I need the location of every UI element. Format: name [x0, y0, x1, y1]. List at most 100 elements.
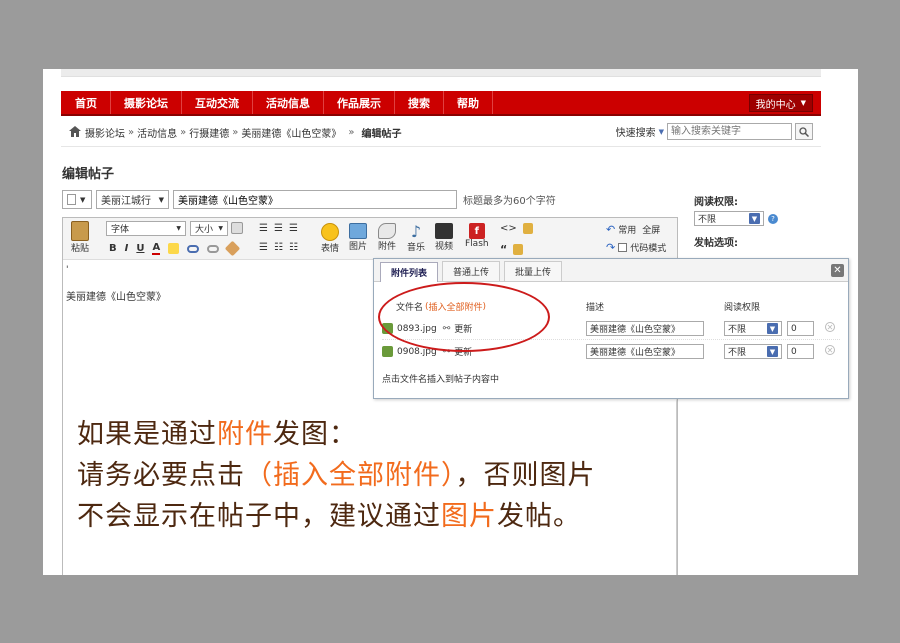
annotation-segment: 发图：	[273, 419, 357, 450]
nav-search[interactable]: 搜索	[395, 91, 444, 114]
lock-icon[interactable]	[522, 223, 533, 234]
attachment-perm-select[interactable]: 不限 ▼	[724, 321, 782, 336]
my-center-button[interactable]: 我的中心 ▼	[748, 94, 813, 112]
document-icon	[67, 194, 76, 205]
redo-icon[interactable]: ↷	[606, 241, 615, 254]
chevron-down-icon: ▼	[749, 213, 760, 224]
unordered-list-icon[interactable]: ☷	[289, 242, 298, 253]
font-label: 字体	[111, 225, 130, 235]
attachment-perm-select[interactable]: 不限 ▼	[724, 344, 782, 359]
annotation-line: 请务必要点击（插入全部附件），否则图片	[77, 455, 596, 496]
attach-button[interactable]: 附件	[378, 223, 396, 252]
post-type-select[interactable]: ▼	[62, 190, 92, 209]
undo-icon[interactable]: ↶	[606, 223, 615, 236]
common-button[interactable]: 常用	[618, 223, 636, 236]
font-color-icon[interactable]: A	[152, 242, 161, 255]
tab-batch-upload[interactable]: 批量上传	[504, 261, 563, 281]
breadcrumb-current: 编辑帖子	[361, 129, 402, 140]
title-input[interactable]	[173, 190, 457, 209]
search-input[interactable]	[667, 123, 792, 140]
flash-icon: f	[468, 223, 485, 239]
align-center-icon[interactable]: ☰	[274, 223, 283, 234]
font-select[interactable]: 字体 ▼	[106, 221, 186, 236]
clipboard-icon	[71, 221, 89, 241]
chevron-down-icon[interactable]: ▼	[659, 128, 664, 136]
nav-photo-forum[interactable]: 摄影论坛	[111, 91, 182, 114]
video-button[interactable]: 视频	[435, 223, 453, 252]
ordered-list-icon[interactable]: ☷	[274, 242, 283, 253]
nav-interaction[interactable]: 互动交流	[182, 91, 253, 114]
delete-icon[interactable]: ✕	[825, 345, 835, 355]
annotation-segment: 请务必要点击	[77, 460, 245, 491]
eraser-icon[interactable]	[224, 240, 241, 257]
breadcrumb-separator: »	[348, 127, 355, 138]
breadcrumb-section[interactable]: 行摄建德	[189, 125, 229, 140]
chevron-down-icon: ▼	[176, 225, 181, 232]
breadcrumb-thread[interactable]: 美丽建德《山色空蒙》	[241, 125, 341, 140]
bold-button[interactable]: B	[109, 243, 117, 254]
read-perm-label: 阅读权限:	[694, 197, 738, 208]
tab-normal-upload[interactable]: 普通上传	[442, 261, 501, 281]
home-icon[interactable]	[69, 125, 81, 140]
page-title: 编辑帖子	[62, 167, 115, 182]
side-panel: 阅读权限: 不限 ▼ ? 发帖选项:	[694, 193, 804, 252]
quote-icon[interactable]: “	[500, 243, 507, 256]
size-select[interactable]: 大小 ▼	[190, 221, 228, 236]
link-icon[interactable]	[187, 244, 200, 253]
breadcrumb-events[interactable]: 活动信息	[137, 125, 177, 140]
attachment-desc-input[interactable]: 美丽建德《山色空蒙》	[586, 344, 704, 359]
quick-search-label[interactable]: 快速搜索	[616, 124, 656, 139]
underline-button[interactable]: U	[136, 243, 144, 254]
attachment-perm-value: 不限	[728, 325, 747, 335]
attachment-desc-input[interactable]: 美丽建德《山色空蒙》	[586, 321, 704, 336]
nav-events[interactable]: 活动信息	[253, 91, 324, 114]
breadcrumb-separator: »	[180, 127, 187, 138]
search-button[interactable]	[795, 123, 813, 140]
flash-button[interactable]: f Flash	[465, 223, 489, 249]
tab-attachment-list[interactable]: 附件列表	[380, 262, 439, 282]
nav-gallery[interactable]: 作品展示	[324, 91, 395, 114]
delete-icon[interactable]: ✕	[825, 322, 835, 332]
annotation-highlight: 附件	[217, 419, 273, 450]
nav-help[interactable]: 帮助	[444, 91, 493, 114]
breadcrumb: 摄影论坛 » 活动信息 » 行摄建德 » 美丽建德《山色空蒙》 » 编辑帖子 快…	[61, 119, 821, 147]
image-icon	[349, 223, 367, 239]
annotation-segment: ，否则图片	[455, 460, 596, 491]
paste-button[interactable]: 粘贴	[71, 221, 89, 254]
fullscreen-button[interactable]: 全屏	[642, 223, 660, 236]
code-mode-checkbox[interactable]	[618, 243, 628, 252]
background-color-icon[interactable]	[168, 243, 180, 254]
format-icon[interactable]	[231, 222, 243, 234]
read-perm-select[interactable]: 不限 ▼	[694, 211, 764, 226]
annotation-segment: 不会显示在帖子中，建议通过	[77, 501, 441, 532]
title-row: ▼ 美丽江城行 ▼ 标题最多为60个字符	[62, 190, 556, 209]
col-desc: 描述	[586, 303, 605, 313]
breadcrumb-forum[interactable]: 摄影论坛	[85, 125, 125, 140]
help-icon[interactable]: ?	[768, 213, 778, 224]
nav-home[interactable]: 首页	[61, 91, 111, 114]
breadcrumb-separator: »	[128, 127, 135, 138]
emoji-button[interactable]: 表情	[321, 223, 339, 254]
align-left-icon[interactable]: ☰	[259, 223, 268, 234]
image-file-icon	[382, 346, 393, 357]
music-button[interactable]: ♪ 音乐	[407, 223, 425, 253]
attachment-price-input[interactable]: 0	[787, 344, 814, 359]
attachment-perm-value: 不限	[728, 348, 747, 358]
indent-icon[interactable]: ☰	[259, 242, 268, 253]
italic-button[interactable]: I	[125, 243, 129, 254]
attachment-price-input[interactable]: 0	[787, 321, 814, 336]
annotation-line: 如果是通过附件发图：	[77, 414, 596, 455]
size-label: 大小	[195, 225, 214, 235]
emoji-label: 表情	[321, 244, 340, 254]
align-right-icon[interactable]: ☰	[289, 223, 298, 234]
close-icon[interactable]: ✕	[831, 264, 844, 277]
my-center-label: 我的中心	[755, 99, 796, 111]
code-icon[interactable]: <>	[500, 223, 517, 234]
video-label: 视频	[435, 242, 454, 252]
hidden-content-icon[interactable]	[513, 244, 524, 255]
editor-toolbar: 粘贴 字体 ▼ 大小 ▼ B I U A ☰ ☰ ☰ ☰ ☷ ☷ 表情 图片 附…	[63, 218, 677, 260]
unlink-icon[interactable]	[207, 244, 220, 253]
image-button[interactable]: 图片	[349, 223, 367, 252]
category-select[interactable]: 美丽江城行 ▼	[96, 190, 169, 209]
chevron-down-icon: ▼	[218, 225, 223, 232]
